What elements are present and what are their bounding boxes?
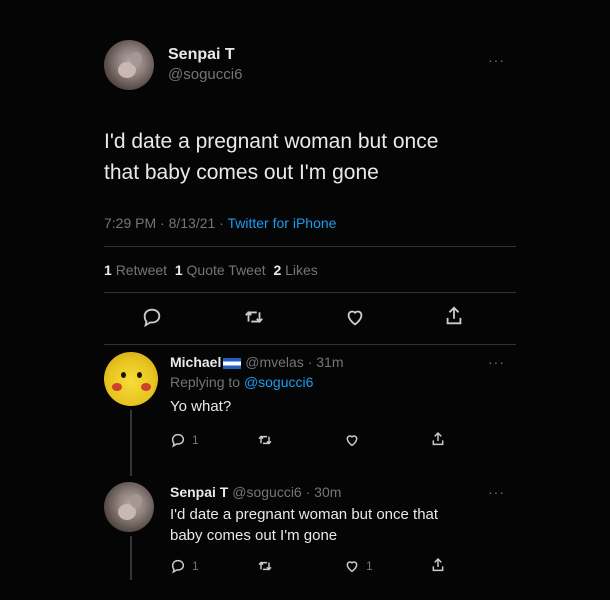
like-button[interactable] [344, 432, 366, 448]
reply-author-avatar[interactable] [104, 482, 154, 532]
reply-text: Yo what? [170, 398, 232, 415]
reply-button[interactable]: 1 [170, 432, 199, 448]
tweet-screenshot: Senpai T @sogucci6 ··· I'd date a pregna… [0, 0, 610, 600]
thread-line [130, 536, 132, 580]
retweet-button[interactable] [256, 558, 280, 574]
reply-text: I'd date a pregnant woman but once that … [170, 504, 438, 546]
like-count: 1 [366, 559, 373, 573]
reply-icon [171, 559, 185, 574]
share-icon [432, 557, 444, 572]
timestamp-text[interactable]: 7:29 PM · 8/13/21 · [104, 215, 227, 231]
tweet-text-line: that baby comes out I'm gone [104, 161, 379, 184]
divider [104, 246, 516, 247]
replying-to: Replying to @sogucci6 [170, 374, 313, 390]
retweet-icon [258, 561, 272, 571]
more-options-icon[interactable]: ··· [488, 484, 505, 500]
quote-label[interactable]: Quote Tweet [187, 262, 266, 278]
divider [104, 344, 516, 345]
source-link[interactable]: Twitter for iPhone [227, 215, 336, 231]
author-handle[interactable]: @sogucci6 [168, 66, 242, 83]
divider [104, 292, 516, 293]
reply-icon [171, 433, 185, 448]
reply-text-line: I'd date a pregnant woman but once that [170, 506, 439, 523]
reply-count: 1 [192, 559, 199, 573]
replying-to-handle[interactable]: @sogucci6 [244, 374, 313, 390]
tweet-text: I'd date a pregnant woman but once that … [104, 126, 524, 188]
like-icon [346, 561, 358, 573]
flag-icon [223, 357, 242, 369]
like-button[interactable]: 1 [344, 558, 373, 574]
reply-author-avatar[interactable] [104, 352, 158, 406]
reply-time[interactable]: · 30m [306, 484, 342, 500]
reply-header: Senpai T @sogucci6 · 30m [170, 484, 341, 500]
reply-button[interactable]: 1 [170, 558, 199, 574]
replying-to-label: Replying to [170, 374, 244, 390]
quote-count[interactable]: 1 [175, 262, 183, 278]
retweet-count[interactable]: 1 [104, 262, 112, 278]
share-icon [432, 431, 444, 446]
reply-author-handle[interactable]: @sogucci6 [232, 484, 301, 500]
reply-count: 1 [192, 433, 199, 447]
engagement-stats: 1 Retweet 1 Quote Tweet 2 Likes [104, 262, 318, 278]
share-icon[interactable] [443, 304, 465, 328]
retweet-label[interactable]: Retweet [116, 262, 167, 278]
like-icon [346, 435, 358, 447]
author-name[interactable]: Senpai T [168, 46, 235, 64]
tweet-timestamp[interactable]: 7:29 PM · 8/13/21 · Twitter for iPhone [104, 215, 336, 231]
reply-header: Michael @mvelas · 31m [170, 354, 344, 370]
tweet-text-line: I'd date a pregnant woman but once [104, 130, 439, 153]
thread-line [130, 410, 132, 476]
more-options-icon[interactable]: ··· [488, 354, 505, 370]
retweet-icon [258, 435, 272, 445]
like-count[interactable]: 2 [273, 262, 281, 278]
reply-icon[interactable] [141, 306, 163, 328]
reply-time[interactable]: · 31m [308, 354, 344, 370]
share-button[interactable] [430, 430, 446, 448]
reply-author-name[interactable]: Senpai T [170, 484, 228, 500]
likes-label[interactable]: Likes [285, 262, 318, 278]
reply-author-name[interactable]: Michael [170, 354, 221, 370]
reply-author-handle[interactable]: @mvelas [245, 354, 304, 370]
more-options-icon[interactable]: ··· [488, 52, 505, 68]
share-button[interactable] [430, 556, 446, 574]
author-avatar[interactable] [104, 40, 154, 90]
retweet-button[interactable] [256, 432, 280, 448]
retweet-icon[interactable] [242, 306, 266, 328]
like-icon[interactable] [344, 306, 366, 328]
reply-text-line: baby comes out I'm gone [170, 527, 338, 544]
